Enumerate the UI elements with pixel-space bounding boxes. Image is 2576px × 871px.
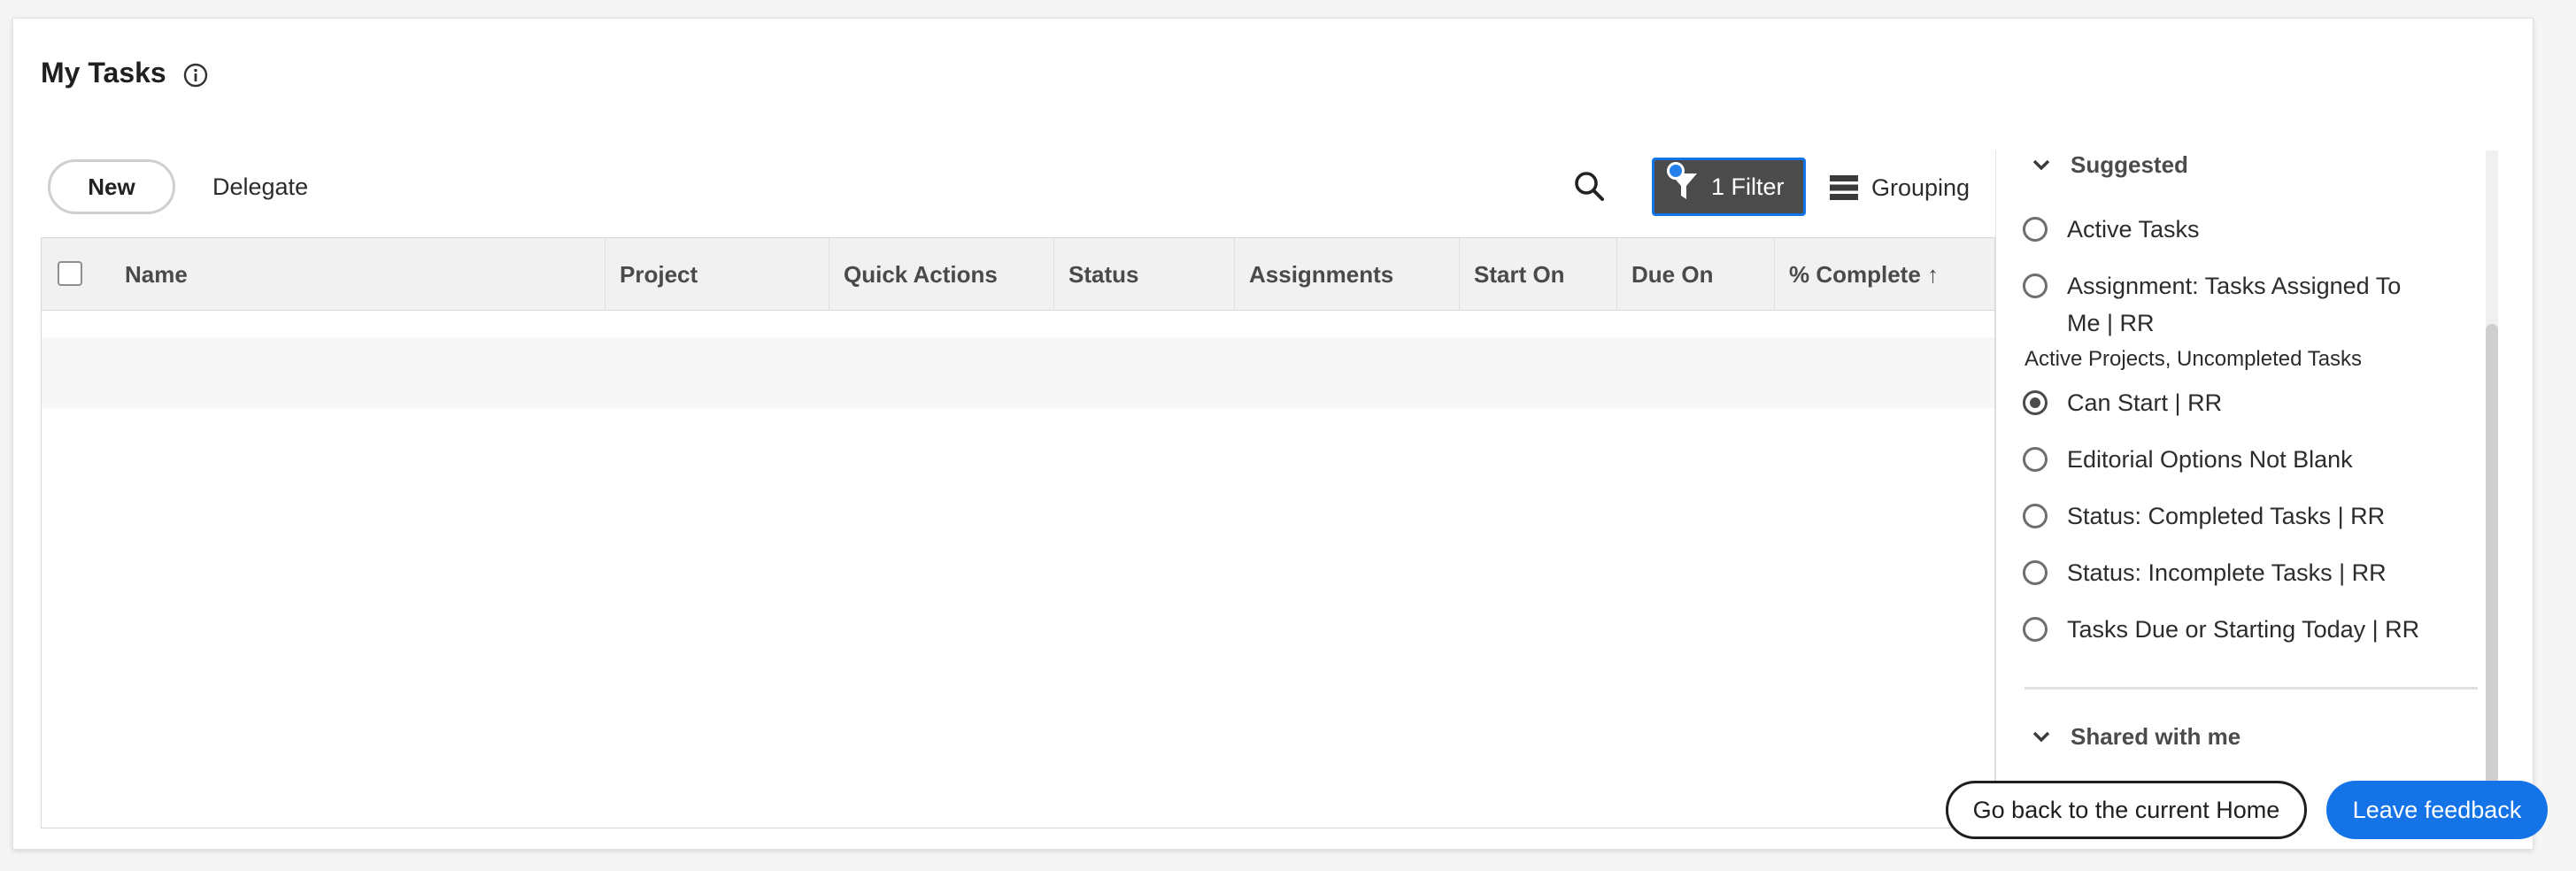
- section-divider: [2025, 687, 2478, 690]
- filter-option-due-or-starting-today[interactable]: Tasks Due or Starting Today | RR: [2023, 611, 2465, 648]
- column-header-name[interactable]: Name: [111, 238, 536, 311]
- shared-section-header[interactable]: Shared with me: [2032, 722, 2241, 751]
- grouping-label: Grouping: [1871, 173, 1971, 201]
- filter-option-label: Active Tasks: [2067, 216, 2200, 243]
- suggested-section-header[interactable]: Suggested: [2032, 150, 2188, 179]
- filter-option-completed-tasks[interactable]: Status: Completed Tasks | RR: [2023, 497, 2465, 535]
- delegate-button[interactable]: Delegate: [200, 165, 320, 209]
- column-header-start-on[interactable]: Start On: [1460, 238, 1617, 311]
- filter-active-dot: [1667, 162, 1685, 180]
- column-header-project[interactable]: Project: [605, 238, 829, 311]
- filter-option-label: Tasks Due or Starting Today | RR: [2067, 616, 2420, 643]
- suggested-label: Suggested: [2071, 150, 2188, 178]
- filter-option-label: Status: Incomplete Tasks | RR: [2067, 559, 2387, 586]
- leave-feedback-button[interactable]: Leave feedback: [2326, 781, 2548, 839]
- column-header-percent-complete[interactable]: % Complete ↑: [1775, 238, 1996, 311]
- filter-option-active-tasks[interactable]: Active Tasks: [2023, 211, 2465, 248]
- new-button[interactable]: New: [48, 159, 175, 214]
- column-header-due-on[interactable]: Due On: [1617, 238, 1775, 311]
- radio-button[interactable]: [2023, 274, 2048, 298]
- go-back-home-button[interactable]: Go back to the current Home: [1946, 781, 2307, 839]
- filter-option-label: Editorial Options Not Blank: [2067, 446, 2353, 473]
- search-button[interactable]: [1570, 168, 1609, 207]
- select-all-checkbox[interactable]: [58, 261, 82, 286]
- column-header-quick-actions[interactable]: Quick Actions: [829, 238, 1054, 311]
- filter-option-label: Assignment: Tasks Assigned To Me | RR: [2067, 273, 2402, 336]
- column-header-status[interactable]: Status: [1054, 238, 1235, 311]
- filter-option-label: Can Start | RR: [2067, 389, 2223, 416]
- radio-button[interactable]: [2023, 217, 2048, 242]
- filter-panel: Suggested Active Tasks Assignment: Tasks…: [1995, 150, 2503, 788]
- table-row: [42, 337, 1994, 408]
- filter-option-description: Active Projects, Uncompleted Tasks: [2025, 347, 2363, 371]
- panel-scrollbar[interactable]: [2486, 150, 2498, 788]
- radio-button[interactable]: [2023, 617, 2048, 642]
- filter-label: 1 Filter: [1711, 173, 1785, 200]
- radio-button[interactable]: [2023, 447, 2048, 472]
- grouping-button[interactable]: Grouping: [1829, 165, 1970, 211]
- page-title: My Tasks: [41, 57, 166, 89]
- table-header: Name Project Quick Actions Status Assign…: [42, 238, 1994, 311]
- info-icon[interactable]: [182, 62, 209, 89]
- shared-with-me-label: Shared with me: [2071, 722, 2241, 750]
- filter-option-label: Status: Completed Tasks | RR: [2067, 503, 2386, 529]
- radio-button-selected[interactable]: [2023, 390, 2048, 415]
- filter-option-assigned-to-me[interactable]: Assignment: Tasks Assigned To Me | RR: [2023, 267, 2465, 342]
- filter-option-can-start[interactable]: Can Start | RR: [2023, 384, 2465, 421]
- chevron-down-icon: [2032, 159, 2050, 171]
- scrollbar-thumb[interactable]: [2486, 324, 2498, 784]
- column-header-assignments[interactable]: Assignments: [1235, 238, 1460, 311]
- filter-option-editorial-options[interactable]: Editorial Options Not Blank: [2023, 441, 2465, 478]
- filter-option-incomplete-tasks[interactable]: Status: Incomplete Tasks | RR: [2023, 554, 2465, 591]
- tasks-table: Name Project Quick Actions Status Assign…: [41, 237, 1995, 829]
- filter-button[interactable]: 1 Filter: [1652, 158, 1806, 216]
- search-icon: [1575, 171, 1604, 201]
- radio-button[interactable]: [2023, 504, 2048, 528]
- grouping-icon: [1830, 175, 1858, 200]
- chevron-down-icon: [2032, 731, 2050, 743]
- radio-button[interactable]: [2023, 560, 2048, 585]
